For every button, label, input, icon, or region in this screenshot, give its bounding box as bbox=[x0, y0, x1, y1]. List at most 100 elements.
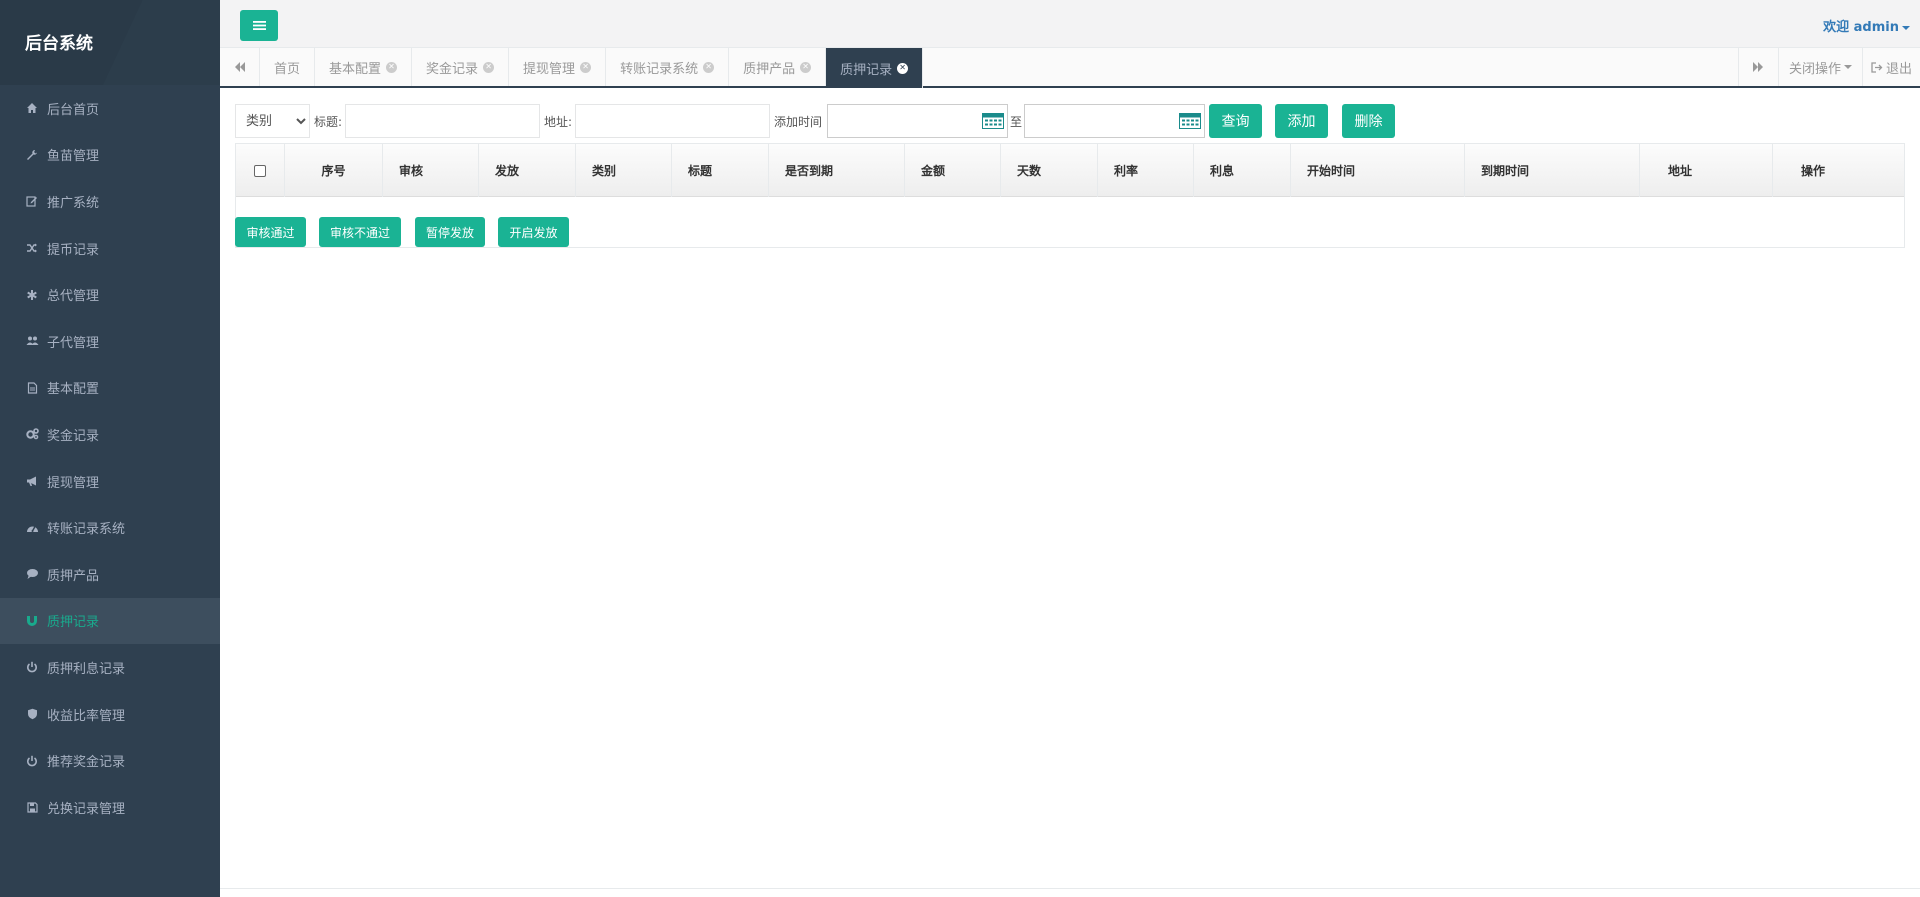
close-icon[interactable]: ✕ bbox=[800, 61, 812, 73]
sidebar-item-label: 推广系统 bbox=[47, 195, 100, 211]
close-operations-dropdown[interactable]: 关闭操作 bbox=[1777, 48, 1862, 86]
bullhorn-icon bbox=[25, 474, 39, 488]
close-icon[interactable]: ✕ bbox=[386, 61, 398, 73]
table-header: 序号 审核 发放 类别 标题 是否到期 金额 天数 利率 利息 开始时间 到期时… bbox=[236, 144, 1904, 197]
column-header[interactable]: 地址 bbox=[1640, 144, 1773, 197]
column-header[interactable]: 标题 bbox=[672, 144, 769, 197]
approve-button[interactable]: 审核通过 bbox=[235, 217, 306, 247]
shuffle-icon bbox=[25, 241, 39, 255]
sidebar-item-bonus-record[interactable]: 奖金记录 bbox=[0, 411, 220, 458]
sidebar-item-general-agent[interactable]: 总代管理 bbox=[0, 271, 220, 318]
top-navbar: 欢迎 admin bbox=[220, 0, 1920, 48]
column-header[interactable]: 开始时间 bbox=[1291, 144, 1465, 197]
column-header[interactable]: 是否到期 bbox=[769, 144, 905, 197]
sidebar-item-fish[interactable]: 鱼苗管理 bbox=[0, 132, 220, 179]
column-header[interactable]: 金额 bbox=[905, 144, 1001, 197]
column-header[interactable]: 发放 bbox=[479, 144, 576, 197]
sidebar-item-basic-config[interactable]: 基本配置 bbox=[0, 365, 220, 412]
end-date-input[interactable] bbox=[1024, 104, 1205, 138]
sidebar-item-label: 质押记录 bbox=[47, 615, 100, 631]
sidebar-item-label: 推荐奖金记录 bbox=[47, 755, 126, 771]
title-input[interactable] bbox=[345, 104, 540, 138]
column-header[interactable]: 利率 bbox=[1098, 144, 1194, 197]
close-icon[interactable]: ✕ bbox=[483, 61, 495, 73]
sidebar-item-label: 后台首页 bbox=[47, 102, 100, 118]
user-menu-dropdown[interactable]: 欢迎 admin bbox=[1823, 16, 1910, 35]
sidebar-item-withdraw-manage[interactable]: 提现管理 bbox=[0, 458, 220, 505]
asterisk-icon bbox=[25, 288, 39, 302]
save-icon bbox=[25, 800, 39, 814]
calendar-icon[interactable] bbox=[1179, 113, 1201, 129]
pause-release-button[interactable]: 暂停发放 bbox=[415, 217, 485, 247]
users-icon bbox=[25, 334, 39, 348]
close-icon[interactable]: ✕ bbox=[897, 62, 909, 74]
comment-icon bbox=[25, 567, 39, 581]
tabs-scroll-right-button[interactable] bbox=[1737, 48, 1778, 86]
column-header[interactable]: 类别 bbox=[576, 144, 672, 197]
tabs-right-controls: 关闭操作 退出 bbox=[1737, 48, 1920, 86]
sidebar-item-label: 质押产品 bbox=[47, 568, 100, 584]
close-icon[interactable]: ✕ bbox=[580, 61, 592, 73]
address-input[interactable] bbox=[575, 104, 770, 138]
sidebar: 后台系统 后台首页 鱼苗管理 推广系统 提币记录 总代管理 子代管理 基本配置 … bbox=[0, 0, 220, 897]
tab-pledge-record[interactable]: 质押记录 ✕ bbox=[826, 48, 924, 88]
search-toolbar: 类别 标题: 地址: 添加时间 至 查询 添加 删除 bbox=[235, 104, 1905, 138]
tabs-list: 首页 基本配置 ✕ 奖金记录 ✕ 提现管理 ✕ 转账记录系统 ✕ 质押产品 ✕ 质押记录 ✕ bbox=[260, 48, 924, 88]
sidebar-item-label: 转账记录系统 bbox=[47, 522, 126, 538]
add-button[interactable]: 添加 bbox=[1275, 104, 1328, 138]
menu-toggle-button[interactable] bbox=[240, 10, 278, 41]
caret-down-icon bbox=[1902, 25, 1910, 30]
address-label: 地址: bbox=[544, 115, 573, 129]
calendar-icon[interactable] bbox=[982, 113, 1004, 129]
tab-label: 提现管理 bbox=[523, 61, 576, 77]
tab-transfer-record[interactable]: 转账记录系统 ✕ bbox=[606, 48, 730, 86]
sidebar-item-pledge-product[interactable]: 质押产品 bbox=[0, 551, 220, 598]
select-all-checkbox[interactable] bbox=[254, 164, 266, 177]
sidebar-item-pledge-interest[interactable]: 质押利息记录 bbox=[0, 644, 220, 691]
title-label: 标题: bbox=[314, 115, 343, 129]
sidebar-item-pledge-record[interactable]: 质押记录 bbox=[0, 597, 220, 645]
sidebar-item-yield-rate[interactable]: 收益比率管理 bbox=[0, 691, 220, 738]
tab-basic-config[interactable]: 基本配置 ✕ bbox=[315, 48, 413, 86]
tab-label: 奖金记录 bbox=[426, 61, 479, 77]
start-date-input[interactable] bbox=[827, 104, 1008, 138]
column-header[interactable]: 到期时间 bbox=[1465, 144, 1640, 197]
column-header[interactable]: 审核 bbox=[383, 144, 479, 197]
tab-pledge-product[interactable]: 质押产品 ✕ bbox=[729, 48, 827, 86]
to-label: 至 bbox=[1010, 115, 1023, 129]
wrench-icon bbox=[25, 148, 39, 162]
tab-bonus-record[interactable]: 奖金记录 ✕ bbox=[412, 48, 510, 86]
sidebar-item-exchange-record[interactable]: 兑换记录管理 bbox=[0, 784, 220, 831]
start-release-button[interactable]: 开启发放 bbox=[498, 217, 569, 247]
reject-button[interactable]: 审核不通过 bbox=[319, 217, 401, 247]
sidebar-item-promotion[interactable]: 推广系统 bbox=[0, 178, 220, 225]
bars-icon bbox=[252, 21, 266, 30]
sidebar-item-label: 提币记录 bbox=[47, 242, 100, 258]
query-button[interactable]: 查询 bbox=[1209, 104, 1262, 138]
delete-button[interactable]: 删除 bbox=[1342, 104, 1395, 138]
column-header[interactable]: 序号 bbox=[285, 144, 383, 197]
sidebar-item-label: 基本配置 bbox=[47, 382, 100, 398]
power-icon bbox=[25, 754, 39, 768]
logout-button[interactable]: 退出 bbox=[1861, 48, 1920, 86]
close-icon[interactable]: ✕ bbox=[703, 61, 715, 73]
select-all-cell bbox=[236, 144, 285, 197]
sidebar-item-referral-bonus[interactable]: 推荐奖金记录 bbox=[0, 737, 220, 784]
column-header[interactable]: 操作 bbox=[1773, 144, 1904, 197]
sidebar-item-sub-agent[interactable]: 子代管理 bbox=[0, 318, 220, 365]
power-icon bbox=[25, 660, 39, 674]
category-select[interactable]: 类别 bbox=[235, 104, 310, 138]
sidebar-item-label: 收益比率管理 bbox=[47, 708, 126, 724]
column-header[interactable]: 利息 bbox=[1194, 144, 1291, 197]
sidebar-item-home[interactable]: 后台首页 bbox=[0, 85, 220, 132]
tabs-scroll-left-button[interactable] bbox=[220, 48, 260, 86]
tab-label: 转账记录系统 bbox=[620, 61, 699, 77]
sidebar-item-transfer-record[interactable]: 转账记录系统 bbox=[0, 504, 220, 551]
tab-home[interactable]: 首页 bbox=[260, 48, 316, 86]
caret-down-icon bbox=[1843, 65, 1852, 69]
close-ops-label: 关闭操作 bbox=[1788, 61, 1841, 77]
sidebar-item-withdraw-coin[interactable]: 提币记录 bbox=[0, 225, 220, 272]
tab-withdraw-manage[interactable]: 提现管理 ✕ bbox=[509, 48, 607, 86]
column-header[interactable]: 天数 bbox=[1001, 144, 1098, 197]
sidebar-item-label: 子代管理 bbox=[47, 335, 100, 351]
